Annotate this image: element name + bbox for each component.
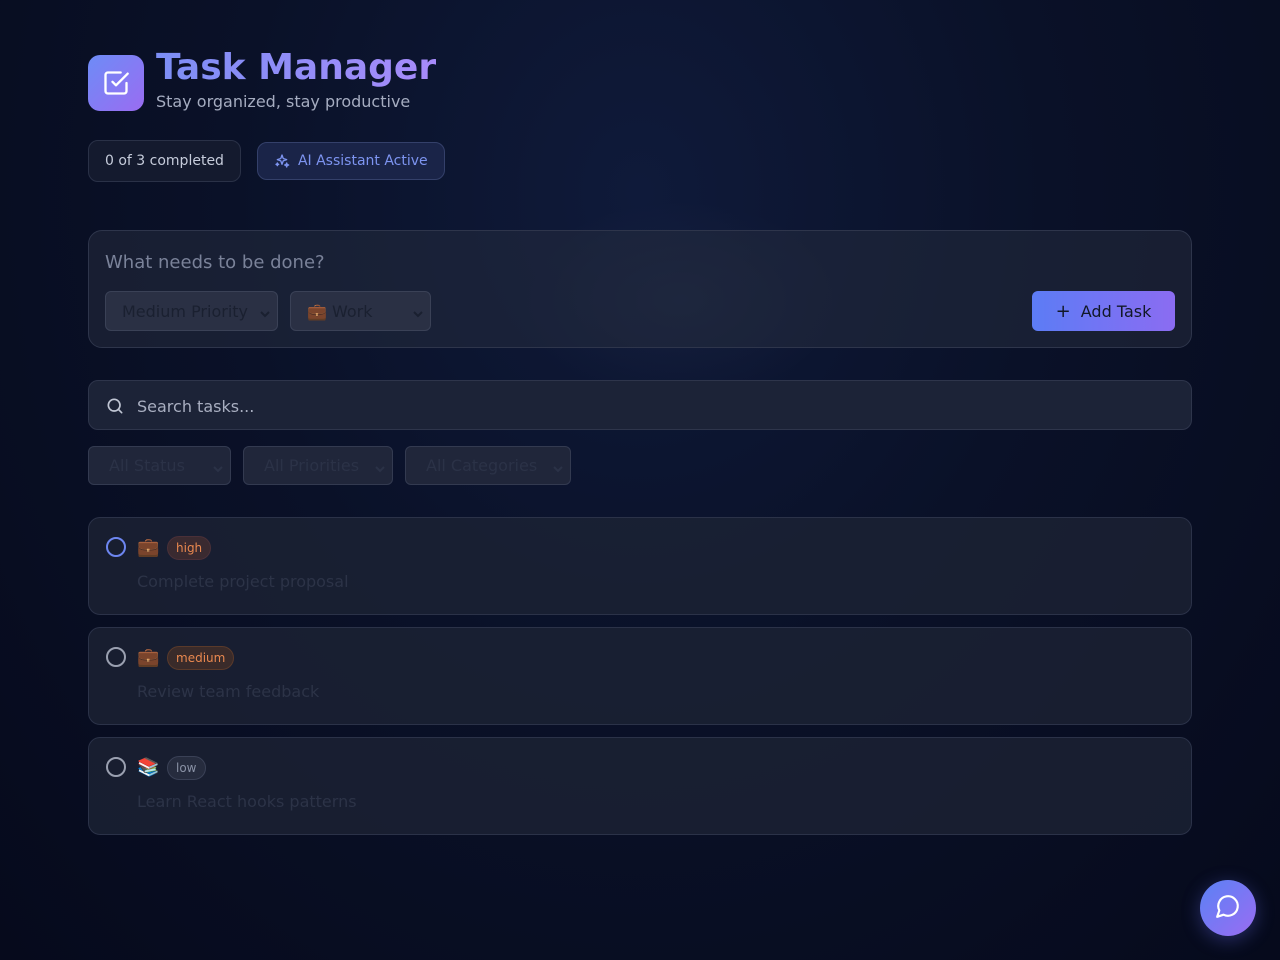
chevron-down-icon bbox=[412, 305, 424, 324]
category-filter[interactable]: All Categories bbox=[405, 446, 571, 485]
search-input[interactable] bbox=[137, 391, 1167, 421]
chevron-down-icon bbox=[374, 460, 386, 479]
category-select[interactable]: 💼 Work bbox=[290, 291, 431, 331]
task-checkbox[interactable] bbox=[106, 647, 126, 667]
category-emoji: 💼 bbox=[137, 537, 160, 558]
page-title: Task Manager bbox=[156, 47, 437, 88]
task-title: Learn React hooks patterns bbox=[137, 792, 357, 811]
task-card: 💼 high Complete project proposal bbox=[88, 517, 1192, 615]
ai-assistant-badge: AI Assistant Active bbox=[256, 142, 445, 180]
ai-badge-label: AI Assistant Active bbox=[297, 153, 428, 169]
task-checkbox[interactable] bbox=[106, 757, 126, 777]
chevron-down-icon bbox=[552, 460, 564, 479]
priority-badge: high bbox=[167, 536, 212, 560]
priority-badge: low bbox=[167, 756, 206, 780]
chat-bubble-icon bbox=[1215, 893, 1241, 923]
task-title: Complete project proposal bbox=[137, 572, 349, 591]
task-checkbox[interactable] bbox=[106, 537, 126, 557]
new-task-input[interactable] bbox=[105, 247, 1005, 277]
app-header: Task Manager Stay organized, stay produc… bbox=[88, 46, 436, 111]
plus-icon: + bbox=[1055, 300, 1071, 322]
category-emoji: 💼 bbox=[137, 647, 160, 668]
chevron-down-icon bbox=[212, 460, 224, 479]
priority-select-value: Medium Priority bbox=[122, 301, 249, 321]
category-emoji: 📚 bbox=[137, 757, 160, 778]
sparkles-icon bbox=[274, 153, 290, 169]
page-subtitle: Stay organized, stay productive bbox=[156, 92, 411, 111]
task-card: 💼 medium Review team feedback bbox=[88, 627, 1192, 725]
category-filter-value: All Categories bbox=[426, 456, 538, 475]
priority-filter[interactable]: All Priorities bbox=[243, 446, 393, 485]
completion-badge: 0 of 3 completed bbox=[88, 140, 241, 182]
add-task-label: Add Task bbox=[1080, 301, 1152, 321]
status-filter-value: All Status bbox=[109, 456, 185, 475]
category-select-value: 💼 Work bbox=[307, 301, 373, 321]
chat-assistant-button[interactable] bbox=[1200, 880, 1256, 936]
check-square-icon bbox=[88, 54, 144, 111]
task-card: 📚 low Learn React hooks patterns bbox=[88, 737, 1192, 835]
task-title: Review team feedback bbox=[137, 682, 320, 701]
chevron-down-icon bbox=[259, 305, 271, 324]
status-filter[interactable]: All Status bbox=[88, 446, 231, 485]
add-task-button[interactable]: + Add Task bbox=[1032, 291, 1175, 331]
search-bar bbox=[88, 380, 1192, 430]
priority-filter-value: All Priorities bbox=[264, 456, 360, 475]
task-composer: Medium Priority 💼 Work + Add Task bbox=[88, 230, 1192, 348]
search-icon bbox=[105, 396, 125, 420]
status-badges: 0 of 3 completed AI Assistant Active bbox=[88, 140, 445, 182]
priority-select[interactable]: Medium Priority bbox=[105, 291, 278, 331]
priority-badge: medium bbox=[167, 646, 235, 670]
